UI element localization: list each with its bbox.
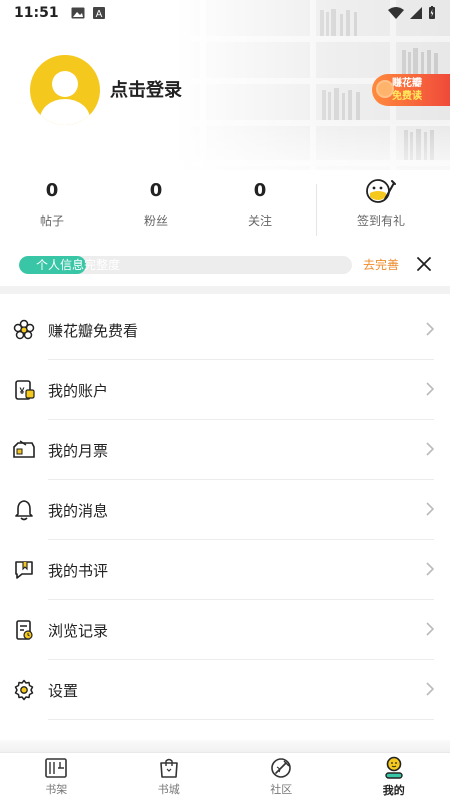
svg-text:¥: ¥: [19, 386, 24, 396]
menu-item-account[interactable]: ¥ 我的账户: [0, 360, 450, 420]
profile-completeness-bar: 个人信息完整度 去完善: [0, 246, 450, 286]
chevron-right-icon: [426, 682, 434, 696]
image-icon: [71, 7, 85, 19]
tab-bookshelf[interactable]: 书架: [0, 753, 113, 800]
signin-reward-button[interactable]: 签到有礼: [317, 176, 445, 240]
earn-badge-line2: 免费读: [392, 91, 422, 102]
stat-posts-count: 0: [45, 180, 59, 201]
tab-label: 书架: [45, 782, 68, 796]
bookshelf-icon: [45, 757, 68, 778]
flower-icon: [13, 319, 35, 340]
community-icon: [271, 757, 292, 778]
chevron-right-icon: [426, 382, 434, 396]
chevron-right-icon: [426, 502, 434, 516]
signal-icon: [410, 7, 422, 19]
petal-flower-icon: [376, 80, 394, 98]
menu-label: 我的月票: [48, 441, 109, 460]
header-fade-bottom: [0, 120, 450, 170]
tab-label: 我的: [382, 783, 405, 797]
section-gap: [0, 286, 450, 294]
font-a-icon: A: [92, 7, 105, 19]
tab-label: 社区: [270, 782, 293, 796]
shopping-bag-icon: [159, 758, 178, 778]
review-icon: [15, 561, 33, 579]
earn-petals-badge[interactable]: 赚花瓣 免费读: [372, 74, 450, 106]
close-progress-button[interactable]: [414, 254, 434, 274]
complete-profile-link[interactable]: 去完善: [363, 256, 399, 274]
menu-bottom-shade: [0, 740, 450, 752]
chevron-right-icon: [426, 562, 434, 576]
menu-label: 设置: [48, 681, 79, 700]
profile-screen: 11:51 A 点击登录 赚花瓣 免费读 0 帖子 0 粉丝 0 关注 签到有礼…: [0, 0, 450, 800]
profile-icon: [385, 756, 403, 779]
status-bar: 11:51 A: [0, 0, 450, 26]
chevron-right-icon: [426, 622, 434, 636]
menu-item-monthly-ticket[interactable]: 我的月票: [0, 420, 450, 480]
menu-divider: [48, 719, 434, 720]
chevron-right-icon: [426, 322, 434, 336]
menu-label: 我的消息: [48, 501, 109, 520]
stat-posts-label: 帖子: [39, 214, 64, 228]
tab-bookstore[interactable]: 书城: [113, 753, 226, 800]
tab-mine[interactable]: 我的: [338, 753, 450, 800]
signin-label: 签到有礼: [356, 214, 405, 228]
stat-following[interactable]: 0 关注: [208, 176, 312, 240]
avatar-body-shape: [40, 99, 90, 125]
bottom-tab-bar: 书架 书城 社区 我的: [0, 752, 450, 800]
menu-item-earn-petals[interactable]: 赚花瓣免费看: [0, 300, 450, 360]
battery-icon: [429, 6, 435, 19]
avatar-head-shape: [52, 71, 78, 97]
status-time: 11:51: [14, 5, 59, 21]
avatar[interactable]: [30, 55, 100, 125]
menu-label: 浏览记录: [48, 621, 109, 640]
menu-label: 我的书评: [48, 561, 109, 580]
stat-following-count: 0: [253, 180, 267, 201]
settings-menu: 赚花瓣免费看 ¥ 我的账户 我的月票 我的消息 我的书评 浏览记录 设置: [0, 300, 450, 720]
stat-fans[interactable]: 0 粉丝: [104, 176, 208, 240]
gear-icon: [14, 679, 34, 701]
ticket-icon: [13, 440, 35, 458]
svg-text:A: A: [95, 9, 102, 19]
earn-badge-line1: 赚花瓣: [392, 78, 422, 89]
menu-item-messages[interactable]: 我的消息: [0, 480, 450, 540]
menu-item-book-reviews[interactable]: 我的书评: [0, 540, 450, 600]
wifi-icon: [388, 7, 404, 19]
history-icon: [16, 620, 33, 640]
tab-label: 书城: [157, 782, 180, 796]
progress-text: 个人信息完整度: [36, 258, 121, 272]
bell-icon: [15, 500, 33, 521]
menu-item-history[interactable]: 浏览记录: [0, 600, 450, 660]
menu-label: 赚花瓣免费看: [48, 321, 139, 340]
stat-fans-label: 粉丝: [143, 214, 168, 228]
close-icon: [417, 257, 431, 271]
smile-pen-icon: [366, 179, 396, 203]
stats-row: 0 帖子 0 粉丝 0 关注 签到有礼: [0, 176, 450, 240]
tab-community[interactable]: 社区: [225, 753, 338, 800]
login-link[interactable]: 点击登录: [110, 76, 182, 102]
chevron-right-icon: [426, 442, 434, 456]
menu-item-settings[interactable]: 设置: [0, 660, 450, 720]
stat-fans-count: 0: [149, 180, 163, 201]
menu-label: 我的账户: [48, 381, 109, 400]
stat-following-label: 关注: [247, 214, 272, 228]
stat-posts[interactable]: 0 帖子: [0, 176, 104, 240]
wallet-icon: ¥: [15, 380, 35, 400]
